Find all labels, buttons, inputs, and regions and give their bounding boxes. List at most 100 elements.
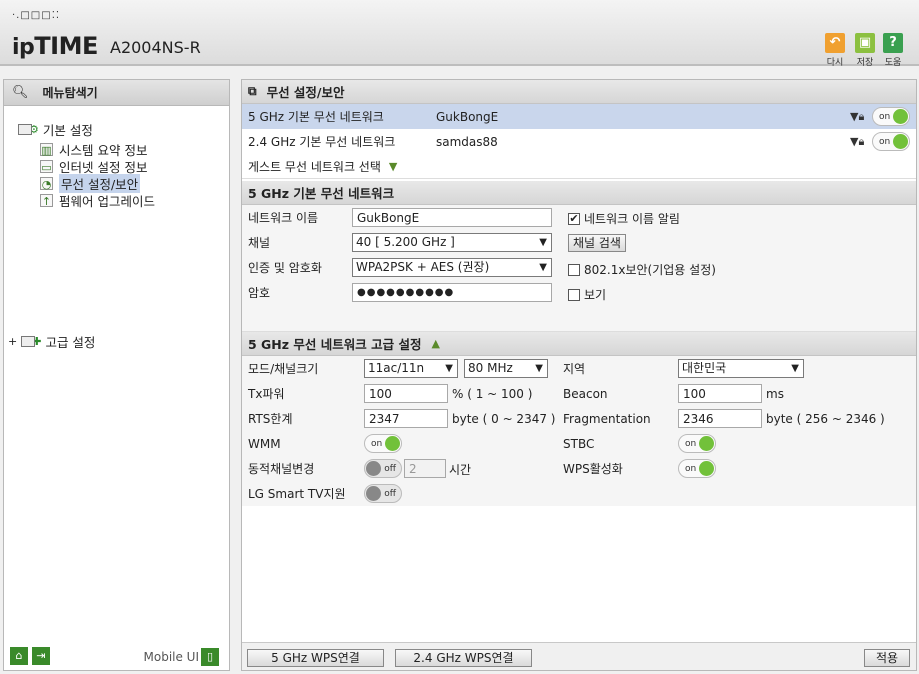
toggle-knob	[893, 134, 908, 149]
expand-plus-icon[interactable]: +	[8, 335, 17, 348]
sidebar: 🔍︎ 메뉴탐색기 ⚙ 기본 설정 ▥ 시스템 요약 정보 ▭ 인터넷 설정 정보…	[3, 79, 230, 671]
folder-icon	[21, 336, 36, 347]
apply-button[interactable]: 적용	[864, 649, 910, 667]
region-label: 지역	[563, 362, 586, 376]
rts-input[interactable]	[364, 409, 448, 428]
model-name: A2004NS-R	[110, 38, 201, 57]
brand-logo: ipTIME	[12, 32, 98, 60]
help-label: 도움	[884, 58, 902, 68]
chevron-down-icon: ▼	[535, 363, 543, 374]
network-label: 2.4 GHz 기본 무선 네트워크	[248, 135, 396, 149]
dot1x-checkbox[interactable]: 802.1x보안(기업용 설정)	[568, 261, 716, 278]
lg-tv-label: LG Smart TV지원	[248, 487, 346, 501]
show-password-checkbox[interactable]: 보기	[568, 286, 606, 303]
beacon-unit: ms	[766, 387, 784, 401]
channel-label: 채널	[248, 236, 271, 250]
beacon-input[interactable]	[678, 384, 762, 403]
lg-tv-toggle[interactable]: off	[364, 484, 402, 503]
dynamic-channel-hours-input[interactable]	[404, 459, 446, 478]
tx-unit: % ( 1 ~ 100 )	[452, 387, 533, 401]
sidebar-footer: ⌂ ⇥ Mobile UI ▯	[4, 642, 229, 670]
fragmentation-unit: byte ( 256 ~ 2346 )	[766, 412, 885, 426]
advanced-section-title: 5 GHz 무선 네트워크 고급 설정	[248, 337, 422, 352]
broadcast-label: 네트워크 이름 알림	[584, 212, 680, 226]
help-icon: ?	[883, 33, 903, 53]
sidebar-header: 🔍︎ 메뉴탐색기	[4, 80, 229, 106]
mode-select-value: 11ac/11n	[368, 361, 425, 375]
tree-group-basic-label: 기본 설정	[42, 123, 93, 138]
password-input[interactable]	[352, 283, 552, 302]
folder-icon	[18, 124, 32, 135]
redo-button[interactable]: ↶ 다시	[822, 33, 848, 68]
sidebar-item-firmware[interactable]: ↑ 펌웨어 업그레이드	[40, 192, 155, 209]
guest-network-row[interactable]: 게스트 무선 네트워크 선택 ▼	[242, 154, 916, 179]
network-5ghz-toggle[interactable]: on	[872, 107, 910, 126]
toggle-knob	[699, 461, 714, 476]
tree-group-advanced-label: 고급 설정	[45, 335, 96, 350]
save-label: 저장	[856, 58, 874, 68]
broadcast-checkbox[interactable]: ✔ 네트워크 이름 알림	[568, 210, 680, 227]
wps-toggle[interactable]: on	[678, 459, 716, 478]
checkbox-checked-icon: ✔	[568, 211, 580, 225]
rts-label: RTS한계	[248, 412, 293, 426]
tree-group-basic[interactable]: ⚙ 기본 설정	[18, 120, 155, 139]
redo-label: 다시	[826, 58, 844, 68]
save-button[interactable]: ▣ 저장	[852, 33, 878, 68]
toggle-knob	[366, 486, 381, 501]
mode-label: 모드/채널크기	[248, 362, 319, 376]
home-icon[interactable]: ⌂	[10, 647, 28, 665]
expand-down-icon[interactable]: ▼	[389, 160, 397, 173]
channel-scan-button[interactable]: 채널 검색	[568, 234, 626, 252]
collapse-up-icon[interactable]: ▲	[431, 337, 439, 350]
mode-select[interactable]: 11ac/11n ▼	[364, 359, 458, 378]
sidebar-item-internet-info[interactable]: ▭ 인터넷 설정 정보	[40, 158, 155, 175]
stbc-toggle[interactable]: on	[678, 434, 716, 453]
channel-select-value: 40 [ 5.200 GHz ]	[356, 235, 455, 249]
toggle-text: on	[685, 464, 697, 474]
sidebar-item-system-summary[interactable]: ▥ 시스템 요약 정보	[40, 141, 155, 158]
page-title: 무선 설정/보안	[266, 85, 345, 100]
auth-row: 인증 및 암호화 WPA2PSK + AES (권장) ▼ 802.1x보안(기…	[242, 255, 916, 280]
fragmentation-label: Fragmentation	[563, 411, 651, 426]
rts-row: RTS한계 byte ( 0 ~ 2347 ) Fragmentation by…	[242, 406, 916, 431]
basic-section-title: 5 GHz 기본 무선 네트워크	[248, 186, 395, 201]
mobile-ui-label[interactable]: Mobile UI	[144, 650, 200, 664]
chevron-down-icon: ▼	[539, 237, 547, 248]
network-24ghz-toggle[interactable]: on	[872, 132, 910, 151]
spacer-row	[242, 305, 916, 332]
sidebar-item-wireless[interactable]: ◔ 무선 설정/보안	[40, 174, 155, 193]
network-name-input[interactable]	[352, 208, 552, 227]
toggle-text: on	[685, 439, 697, 449]
wifi-icon: ◔	[40, 177, 53, 191]
password-label: 암호	[248, 286, 271, 300]
network-row-5ghz[interactable]: 5 GHz 기본 무선 네트워크 GukBongE ▼🔒︎ on	[242, 104, 916, 129]
channel-width-select[interactable]: 80 MHz ▼	[464, 359, 548, 378]
network-ssid: samdas88	[436, 134, 498, 149]
basic-section-header: 5 GHz 기본 무선 네트워크	[242, 181, 916, 205]
wps-24ghz-button[interactable]: 2.4 GHz WPS연결	[395, 649, 532, 667]
mobile-icon[interactable]: ▯	[201, 648, 219, 666]
region-select[interactable]: 대한민국 ▼	[678, 359, 804, 378]
tree-basic: ⚙ 기본 설정 ▥ 시스템 요약 정보 ▭ 인터넷 설정 정보 ◔ 무선 설정/…	[18, 120, 155, 209]
toggle-knob	[366, 461, 381, 476]
tree-group-advanced[interactable]: + ✚ 고급 설정	[8, 332, 95, 351]
auth-label: 인증 및 암호화	[248, 261, 322, 275]
network-row-24ghz[interactable]: 2.4 GHz 기본 무선 네트워크 samdas88 ▼🔒︎ on	[242, 129, 916, 154]
auth-select[interactable]: WPA2PSK + AES (권장) ▼	[352, 258, 552, 277]
channel-row: 채널 40 [ 5.200 GHz ] ▼ 채널 검색	[242, 230, 916, 255]
chevron-down-icon: ▼	[445, 363, 453, 374]
filter-lock-icon[interactable]: ▼🔒︎	[850, 110, 864, 124]
tx-power-input[interactable]	[364, 384, 448, 403]
toggle-knob	[385, 436, 400, 451]
filter-lock-icon[interactable]: ▼🔒︎	[850, 135, 864, 149]
channel-select[interactable]: 40 [ 5.200 GHz ] ▼	[352, 233, 552, 252]
dynamic-channel-toggle[interactable]: off	[364, 459, 402, 478]
network-name-row: 네트워크 이름 ✔ 네트워크 이름 알림	[242, 205, 916, 230]
help-button[interactable]: ? 도움	[880, 33, 906, 68]
wmm-toggle[interactable]: on	[364, 434, 402, 453]
wps-5ghz-button[interactable]: 5 GHz WPS연결	[247, 649, 384, 667]
search-icon: 🔍︎	[12, 85, 29, 100]
fragmentation-input[interactable]	[678, 409, 762, 428]
tx-row: Tx파워 % ( 1 ~ 100 ) Beacon ms	[242, 381, 916, 406]
logout-icon[interactable]: ⇥	[32, 647, 50, 665]
